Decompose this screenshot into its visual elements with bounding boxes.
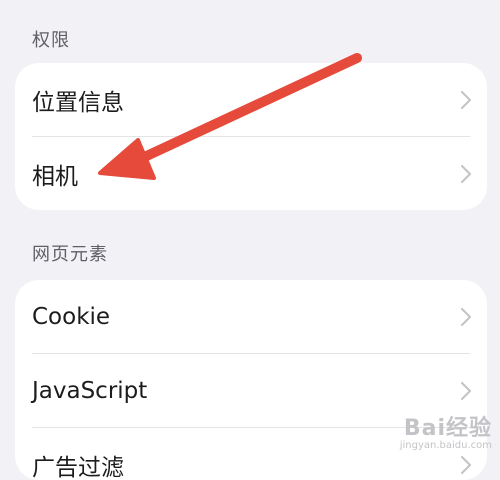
section-header-permissions: 权限 (32, 26, 70, 52)
section-header-web-elements: 网页元素 (32, 240, 108, 266)
watermark-brand: Bai经验 (404, 418, 492, 440)
row-label: 位置信息 (32, 83, 124, 117)
chevron-right-icon (461, 456, 471, 474)
settings-row-cookie[interactable]: Cookie (15, 280, 487, 353)
row-label: 相机 (32, 157, 78, 191)
chevron-right-icon (461, 165, 471, 183)
row-label: JavaScript (32, 378, 147, 404)
chevron-right-icon (461, 382, 471, 400)
chevron-right-icon (461, 308, 471, 326)
permissions-card: 位置信息 相机 (15, 63, 487, 210)
chevron-right-icon (461, 91, 471, 109)
row-label: 广告过滤 (32, 448, 124, 480)
settings-row-camera[interactable]: 相机 (15, 137, 487, 210)
watermark: Bai经验 jingyan.baidu.com (400, 418, 492, 452)
settings-row-location[interactable]: 位置信息 (15, 63, 487, 136)
watermark-url: jingyan.baidu.com (400, 440, 492, 452)
row-label: Cookie (32, 304, 110, 330)
